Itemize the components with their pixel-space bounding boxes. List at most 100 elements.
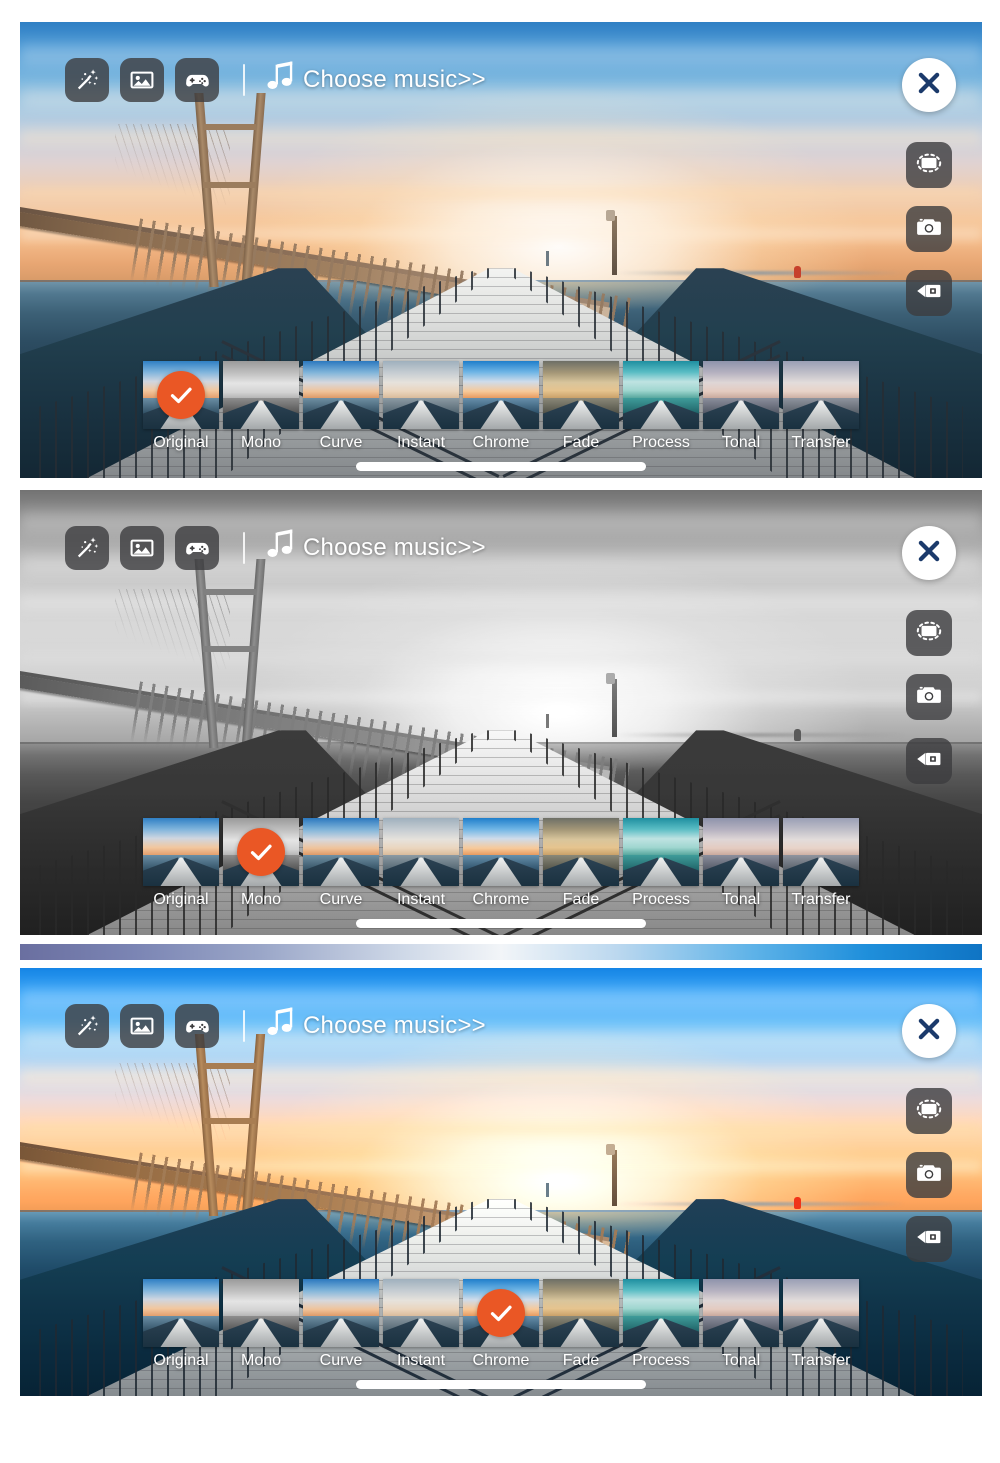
- choose-music-button[interactable]: Choose music>>: [265, 1006, 486, 1047]
- close-button[interactable]: [902, 526, 956, 580]
- filter-label: Mono: [240, 1352, 282, 1369]
- filter-label: Chrome: [472, 1352, 530, 1369]
- thumb-sky: [463, 361, 539, 399]
- video-button[interactable]: [906, 270, 952, 316]
- filter-label: Instant: [396, 1352, 446, 1369]
- photo-button[interactable]: [120, 1004, 164, 1048]
- home-indicator[interactable]: [356, 462, 646, 471]
- filter-item-original[interactable]: Original: [143, 361, 219, 452]
- filter-thumbnail: [143, 818, 219, 886]
- filter-thumbnail: [303, 818, 379, 886]
- filter-thumbnail: [783, 818, 859, 886]
- magic-wand-icon: [74, 535, 100, 561]
- filter-item-process[interactable]: Process: [623, 361, 699, 452]
- close-button[interactable]: [902, 58, 956, 112]
- video-button[interactable]: [906, 1216, 952, 1262]
- filter-item-process[interactable]: Process: [623, 818, 699, 909]
- filter-item-tonal[interactable]: Tonal: [703, 361, 779, 452]
- rotate-icon: [915, 149, 943, 182]
- filter-item-mono[interactable]: Mono: [223, 361, 299, 452]
- choose-music-button[interactable]: Choose music>>: [265, 528, 486, 569]
- filter-item-fade[interactable]: Fade: [543, 1279, 619, 1370]
- filter-item-curve[interactable]: Curve: [303, 361, 379, 452]
- rotate-button[interactable]: [906, 610, 952, 656]
- filter-item-transfer[interactable]: Transfer: [783, 1279, 859, 1370]
- filter-item-tonal[interactable]: Tonal: [703, 818, 779, 909]
- filter-item-transfer[interactable]: Transfer: [783, 361, 859, 452]
- camera-button[interactable]: [906, 1152, 952, 1198]
- camera-button[interactable]: [906, 206, 952, 252]
- filter-strip[interactable]: Original Mono Curve Instant Chrome Fade Proces…: [20, 1279, 982, 1370]
- filter-item-curve[interactable]: Curve: [303, 1279, 379, 1370]
- game-button[interactable]: [175, 526, 219, 570]
- filter-thumbnail: [623, 1279, 699, 1347]
- top-toolbar: Choose music>>: [65, 58, 486, 102]
- filter-item-mono[interactable]: Mono: [223, 1279, 299, 1370]
- thumb-sky: [543, 1279, 619, 1317]
- filter-item-process[interactable]: Process: [623, 1279, 699, 1370]
- filter-item-tonal[interactable]: Tonal: [703, 1279, 779, 1370]
- panel-divider-gradient: [20, 944, 982, 960]
- filter-item-mono[interactable]: Mono: [223, 818, 299, 909]
- game-button[interactable]: [175, 58, 219, 102]
- filter-label: Transfer: [791, 891, 851, 908]
- filter-item-instant[interactable]: Instant: [383, 361, 459, 452]
- filter-thumbnail: [783, 1279, 859, 1347]
- game-controller-icon: [184, 67, 211, 94]
- filter-item-chrome[interactable]: Chrome: [463, 361, 539, 452]
- game-controller-icon: [184, 1013, 211, 1040]
- filter-selected-check: [237, 828, 285, 876]
- filter-thumbnail: [303, 361, 379, 429]
- rotate-button[interactable]: [906, 1088, 952, 1134]
- check-icon: [250, 844, 272, 861]
- rotate-button[interactable]: [906, 142, 952, 188]
- thumb-sky: [223, 1279, 299, 1317]
- camera-icon: [915, 681, 943, 714]
- filter-item-transfer[interactable]: Transfer: [783, 818, 859, 909]
- thumb-sky: [543, 361, 619, 399]
- filter-item-original[interactable]: Original: [143, 1279, 219, 1370]
- filter-label: Chrome: [472, 434, 530, 451]
- filter-strip[interactable]: Original Mono Curve Instant Chrome Fade Proces…: [20, 818, 982, 909]
- photo-button[interactable]: [120, 526, 164, 570]
- camera-icon: [915, 213, 943, 246]
- magic-wand-button[interactable]: [65, 1004, 109, 1048]
- camera-button[interactable]: [906, 674, 952, 720]
- filter-item-instant[interactable]: Instant: [383, 1279, 459, 1370]
- thumb-sky: [703, 1279, 779, 1317]
- filter-label: Curve: [319, 1352, 363, 1369]
- thumb-sky: [383, 818, 459, 856]
- thumb-sky: [623, 1279, 699, 1317]
- filter-item-curve[interactable]: Curve: [303, 818, 379, 909]
- filter-thumbnail: [383, 361, 459, 429]
- filter-thumbnail: [303, 1279, 379, 1347]
- magic-wand-button[interactable]: [65, 526, 109, 570]
- photo-icon: [129, 1013, 155, 1039]
- filter-label: Original: [153, 1352, 209, 1369]
- choose-music-label: Choose music>>: [303, 66, 486, 93]
- thumb-sky: [703, 361, 779, 399]
- check-icon: [170, 387, 192, 404]
- filter-label: Mono: [240, 434, 282, 451]
- home-indicator[interactable]: [356, 1380, 646, 1389]
- filter-item-instant[interactable]: Instant: [383, 818, 459, 909]
- game-button[interactable]: [175, 1004, 219, 1048]
- filter-item-original[interactable]: Original: [143, 818, 219, 909]
- filter-item-chrome[interactable]: Chrome: [463, 1279, 539, 1370]
- video-camera-icon: [915, 745, 943, 778]
- filter-thumbnail: [783, 361, 859, 429]
- filter-label: Original: [153, 434, 209, 451]
- choose-music-button[interactable]: Choose music>>: [265, 60, 486, 101]
- filter-item-chrome[interactable]: Chrome: [463, 818, 539, 909]
- photo-button[interactable]: [120, 58, 164, 102]
- close-button[interactable]: [902, 1004, 956, 1058]
- home-indicator[interactable]: [356, 919, 646, 928]
- video-button[interactable]: [906, 738, 952, 784]
- filter-item-fade[interactable]: Fade: [543, 361, 619, 452]
- filter-item-fade[interactable]: Fade: [543, 818, 619, 909]
- filter-thumbnail: [623, 818, 699, 886]
- music-note-icon: [265, 528, 299, 569]
- magic-wand-button[interactable]: [65, 58, 109, 102]
- filter-strip[interactable]: Original Mono Curve Instant Chrome Fade Proces…: [20, 361, 982, 452]
- top-toolbar: Choose music>>: [65, 1004, 486, 1048]
